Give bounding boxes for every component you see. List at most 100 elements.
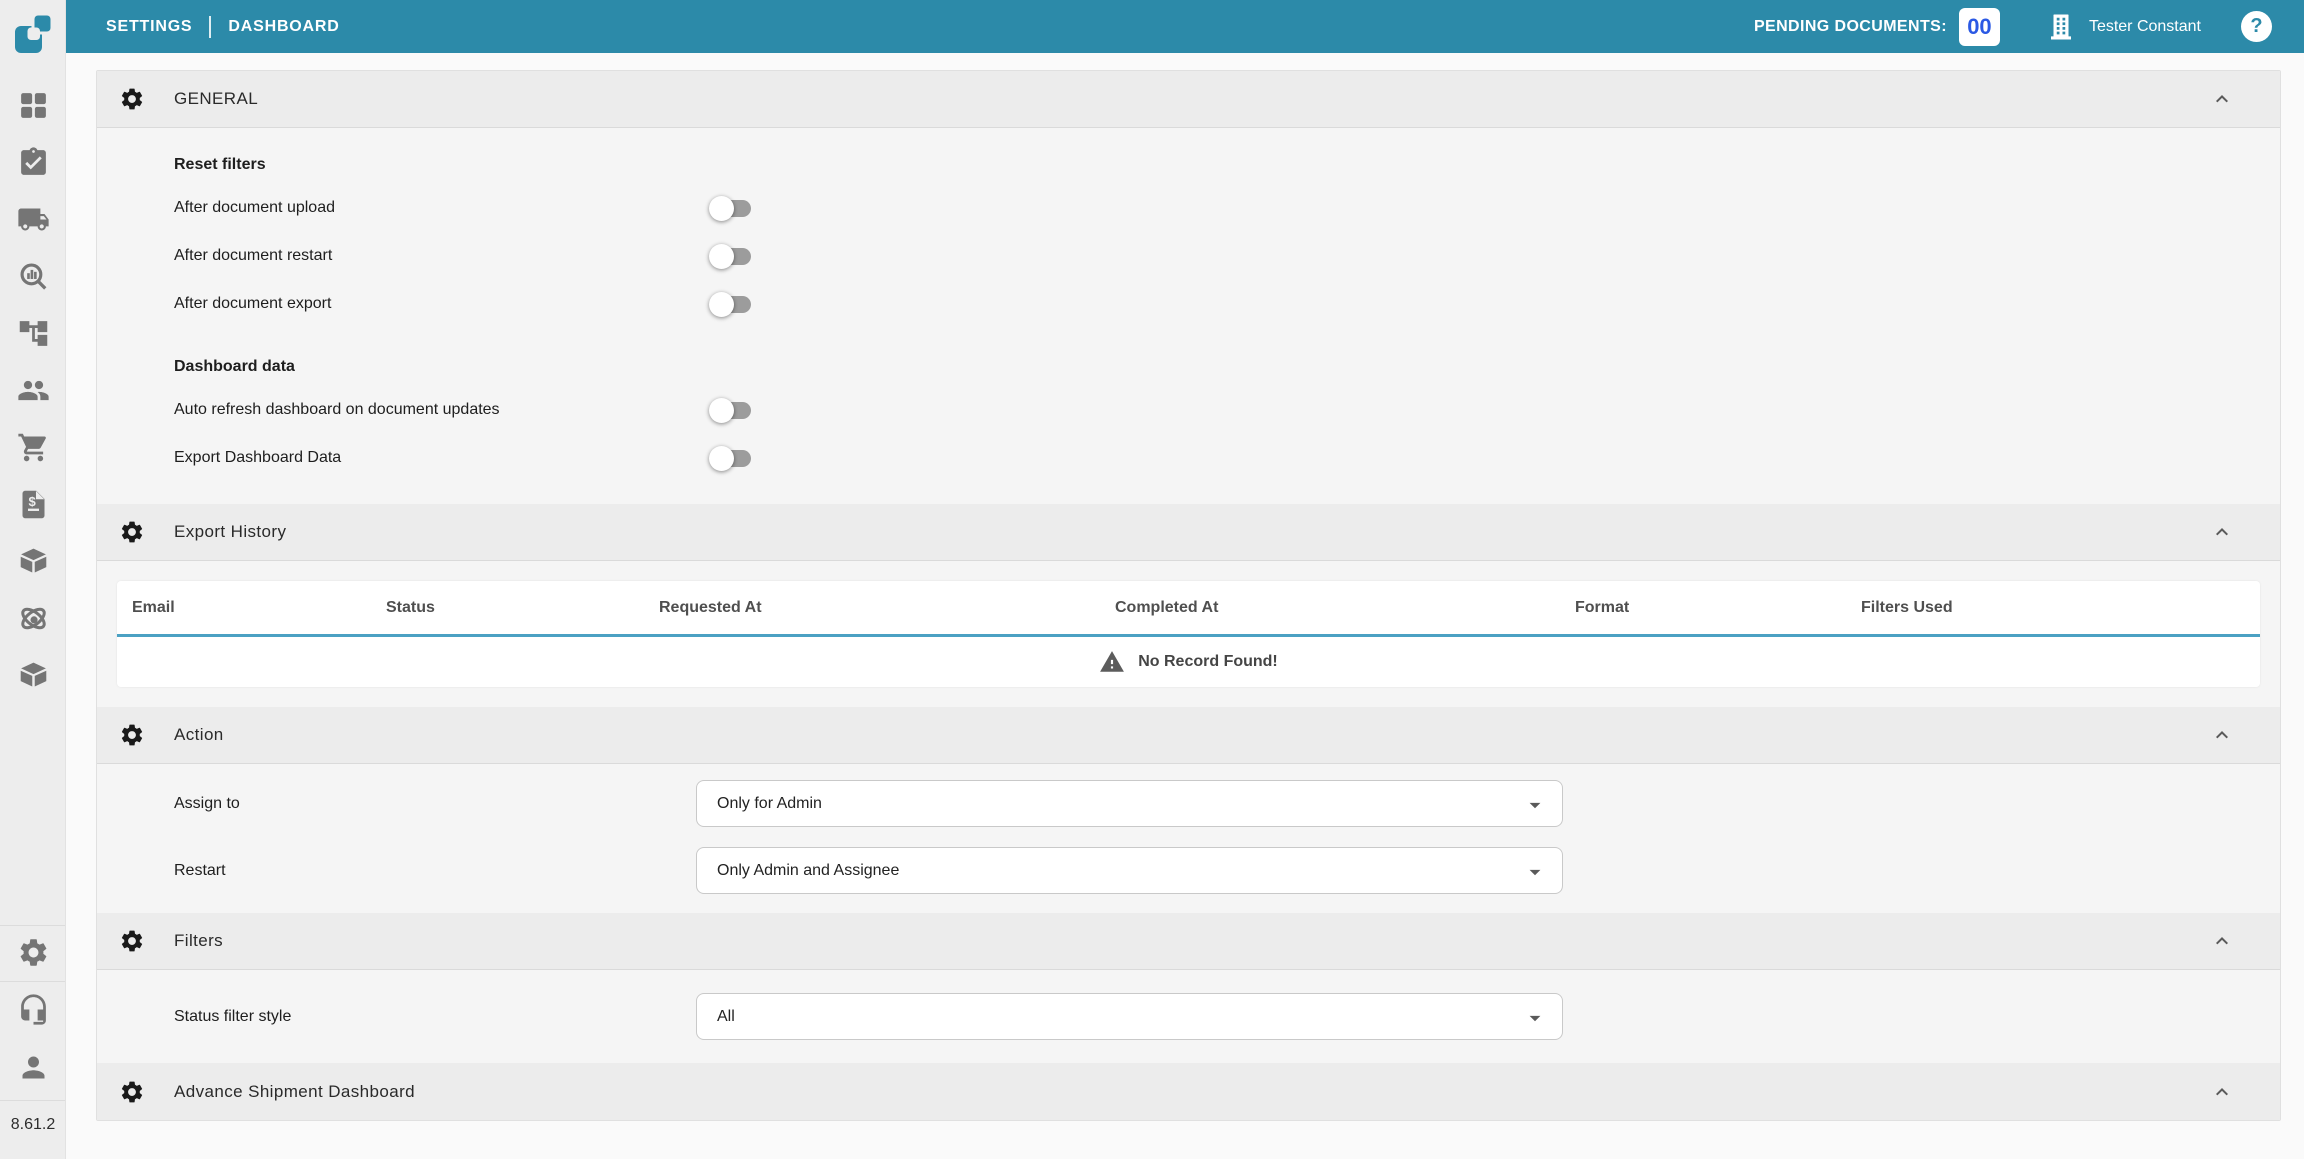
section-title: Export History [174,522,286,542]
sidebar-divider [0,1100,65,1101]
section-header-advance-shipment[interactable]: Advance Shipment Dashboard [97,1063,2280,1120]
empty-message: No Record Found! [1138,653,1278,671]
toggle-label: After document restart [174,247,332,265]
column-header: Status [371,581,644,634]
main-content: GENERAL Reset filters After document upl… [66,53,2304,1159]
select-value: Only Admin and Assignee [717,862,899,880]
column-header: Email [117,581,371,634]
chevron-up-icon[interactable] [2210,1080,2234,1104]
top-bar-right: PENDING DOCUMENTS: 00 Tester Constant ? [1754,8,2272,46]
sidebar-item-support[interactable] [0,993,66,1026]
sidebar-item-purchase-cart[interactable] [0,431,66,464]
chevron-up-icon[interactable] [2210,929,2234,953]
section-content-export-history: Email Status Requested At Completed At F… [97,561,2280,707]
app-version: 8.61.2 [0,1116,66,1134]
column-header: Requested At [644,581,1100,634]
section-header-filters[interactable]: Filters [97,913,2280,970]
sidebar-item-search-analytics[interactable] [0,260,66,293]
help-icon[interactable]: ? [2241,11,2272,42]
toggle-after-document-export[interactable] [711,296,751,313]
field-row: Assign to Only for Admin [97,780,2280,827]
assign-to-select[interactable]: Only for Admin [696,780,1563,827]
section-header-export-history[interactable]: Export History [97,504,2280,561]
workflow-tree-icon [17,317,50,350]
person-icon [17,1051,50,1084]
section-content-filters: Status filter style All [97,970,2280,1063]
toggle-label: After document export [174,295,331,313]
pending-documents-badge: 00 [1959,8,2000,46]
group-heading: Dashboard data [97,348,2280,386]
status-filter-style-select[interactable]: All [696,993,1563,1040]
toggle-row: After document export [97,280,2280,328]
table-empty-row: No Record Found! [117,637,2260,687]
gear-icon [119,1079,145,1105]
orbit-icon [17,602,50,635]
toggle-after-document-upload[interactable] [711,200,751,217]
toggle-label: Export Dashboard Data [174,449,341,467]
field-row: Restart Only Admin and Assignee [97,847,2280,894]
sidebar-item-integrations[interactable] [0,602,66,635]
sidebar-item-packages[interactable] [0,545,66,578]
product-box-icon [17,659,50,692]
invoice-document-icon: $ [17,488,50,521]
column-header: Format [1560,581,1846,634]
dropdown-arrow-icon [1522,792,1548,818]
select-value: All [717,1008,735,1026]
user-menu[interactable]: Tester Constant [2089,18,2201,36]
headset-icon [17,993,50,1026]
section-title: GENERAL [174,89,258,109]
toggle-auto-refresh-dashboard[interactable] [711,402,751,419]
sidebar-item-tasks[interactable] [0,146,66,179]
sidebar-item-products[interactable] [0,659,66,692]
chevron-up-icon[interactable] [2210,723,2234,747]
column-header: Completed At [1100,581,1560,634]
restart-select[interactable]: Only Admin and Assignee [696,847,1563,894]
chevron-up-icon[interactable] [2210,520,2234,544]
gear-icon [119,722,145,748]
sidebar-item-dashboard[interactable] [0,89,66,122]
sidebar-item-workflow[interactable] [0,317,66,350]
section-header-general[interactable]: GENERAL [97,71,2280,128]
search-stats-icon [17,260,50,293]
dropdown-arrow-icon [1522,1005,1548,1031]
gear-icon [119,928,145,954]
section-content-action: Assign to Only for Admin Restart Only Ad… [97,764,2280,913]
toggle-after-document-restart[interactable] [711,248,751,265]
sidebar-item-settings[interactable] [0,936,66,969]
truck-icon [17,203,50,236]
section-title: Action [174,725,224,745]
building-icon [2046,11,2076,43]
sidebar-item-invoices[interactable]: $ [0,488,66,521]
select-value: Only for Admin [717,795,822,813]
group-heading: Reset filters [97,146,2280,184]
chevron-up-icon[interactable] [2210,87,2234,111]
sidebar-divider [0,925,65,926]
warning-icon [1099,649,1125,675]
field-label: Status filter style [174,993,291,1040]
nav-settings[interactable]: SETTINGS [106,18,192,36]
field-label: Assign to [174,780,240,827]
settings-card: GENERAL Reset filters After document upl… [96,70,2281,1121]
sidebar-item-users[interactable] [0,374,66,407]
section-title: Advance Shipment Dashboard [174,1082,415,1102]
section-title: Filters [174,931,223,951]
toggle-export-dashboard-data[interactable] [711,450,751,467]
toggle-row: Auto refresh dashboard on document updat… [97,386,2280,434]
toggle-row: After document upload [97,184,2280,232]
export-history-table: Email Status Requested At Completed At F… [117,581,2260,687]
sidebar-item-account[interactable] [0,1051,66,1084]
table-header-row: Email Status Requested At Completed At F… [117,581,2260,634]
shopping-cart-icon [17,431,50,464]
gear-icon [119,86,145,112]
gear-icon [119,519,145,545]
svg-text:$: $ [28,494,36,509]
sidebar: $ 8.61.2 [0,0,66,1159]
field-row: Status filter style All [97,993,2280,1040]
app-root: $ 8.61.2 SETTINGS DASHBOARD PENDING DOC [0,0,2304,1159]
sidebar-item-shipping[interactable] [0,203,66,236]
nav-separator [209,16,211,38]
section-header-action[interactable]: Action [97,707,2280,764]
users-icon [17,374,50,407]
nav-dashboard[interactable]: DASHBOARD [228,18,339,36]
column-header: Filters Used [1846,581,2260,634]
